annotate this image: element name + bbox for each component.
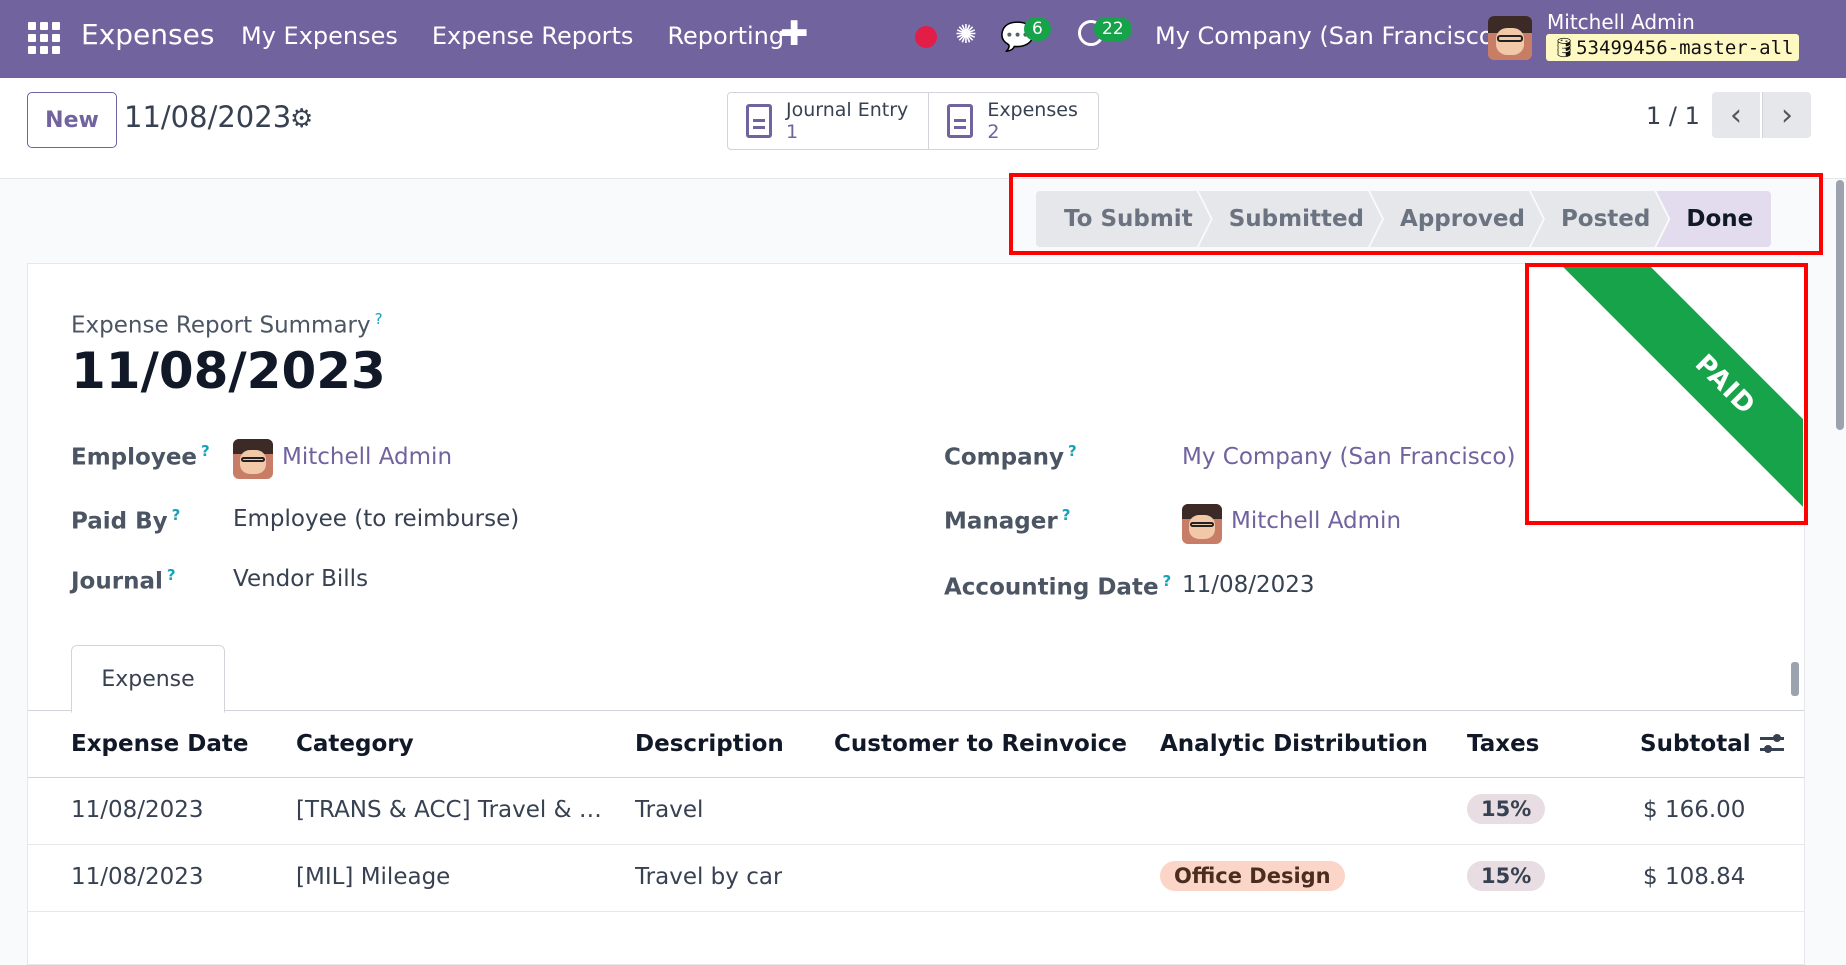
cell-expense-date: 11/08/2023 <box>71 864 204 890</box>
cell-expense-date: 11/08/2023 <box>71 797 204 823</box>
smart-button-label: Expenses <box>987 99 1078 121</box>
pager-previous-button[interactable]: ‹ <box>1712 92 1760 138</box>
breadcrumb-title: 11/08/2023 <box>124 100 292 134</box>
smart-button-count: 1 <box>786 121 799 143</box>
app-brand[interactable]: Expenses <box>81 18 214 51</box>
database-tag: 🛢53499456-master-all <box>1546 34 1800 61</box>
journal-label: Journal? <box>71 566 176 595</box>
control-panel: New 11/08/2023 ⚙ Journal Entry 1 Expense… <box>0 78 1846 179</box>
apps-menu-icon[interactable] <box>28 22 60 54</box>
company-field[interactable]: My Company (San Francisco) <box>1182 444 1515 470</box>
cell-description: Travel by car <box>635 864 783 890</box>
help-icon[interactable]: ? <box>1062 506 1071 524</box>
employee-field[interactable]: Mitchell Admin <box>282 444 452 470</box>
new-button[interactable]: New <box>27 92 117 148</box>
user-avatar[interactable] <box>1488 16 1532 60</box>
col-customer-to-reinvoice[interactable]: Customer to Reinvoice <box>834 731 1127 757</box>
pager-value[interactable]: 1 / 1 <box>1646 102 1700 130</box>
menu-reporting[interactable]: Reporting <box>667 22 784 50</box>
document-icon <box>746 104 772 138</box>
cell-category: [TRANS & ACC] Travel & Accommodation <box>296 797 616 823</box>
col-category[interactable]: Category <box>296 731 414 757</box>
menu-my-expenses[interactable]: My Expenses <box>241 22 398 50</box>
expenses-smart-button[interactable]: Expenses 2 <box>929 93 1098 149</box>
status-highlight-box <box>1009 173 1823 255</box>
smart-buttons: Journal Entry 1 Expenses 2 <box>727 92 1099 150</box>
record-icon[interactable] <box>915 26 937 48</box>
messages-count-badge: 6 <box>1024 17 1051 41</box>
journal-field[interactable]: Vendor Bills <box>233 566 368 592</box>
menu-expense-reports[interactable]: Expense Reports <box>432 22 634 50</box>
ribbon-highlight-box <box>1525 263 1808 525</box>
employee-label: Employee? <box>71 442 210 471</box>
help-icon[interactable]: ? <box>172 506 181 524</box>
company-switcher[interactable]: My Company (San Francisco) <box>1155 22 1503 50</box>
col-expense-date[interactable]: Expense Date <box>71 731 249 757</box>
help-icon[interactable]: ? <box>201 442 210 460</box>
help-icon[interactable]: ? <box>1068 442 1077 460</box>
table-header: Expense Date Category Description Custom… <box>28 711 1804 778</box>
accounting-date-label: Accounting Date? <box>944 572 1172 601</box>
top-navbar: Expenses My Expenses Expense Reports Rep… <box>0 0 1846 78</box>
document-icon <box>947 104 974 138</box>
smart-button-label: Journal Entry <box>786 99 909 121</box>
plus-icon[interactable]: ✚ <box>780 14 809 54</box>
paid-by-field[interactable]: Employee (to reimburse) <box>233 506 519 532</box>
col-description[interactable]: Description <box>635 731 784 757</box>
cell-subtotal: $ 108.84 <box>1643 864 1746 890</box>
col-taxes[interactable]: Taxes <box>1467 731 1539 757</box>
manager-avatar <box>1182 504 1222 544</box>
cell-category: [MIL] Mileage <box>296 864 451 890</box>
optional-columns-icon[interactable] <box>1760 733 1784 755</box>
help-icon[interactable]: ? <box>167 566 176 584</box>
tab-expense[interactable]: Expense <box>71 645 225 713</box>
main-menu: My Expenses Expense Reports Reporting <box>241 22 784 50</box>
pager-next-button[interactable]: › <box>1762 92 1811 138</box>
tax-badge: 15% <box>1467 794 1546 824</box>
manager-label: Manager? <box>944 506 1071 535</box>
table-row[interactable]: 11/08/2023 [TRANS & ACC] Travel & Accomm… <box>28 778 1804 845</box>
analytic-tag: Office Design <box>1160 861 1345 891</box>
record-title[interactable]: 11/08/2023 <box>71 342 386 400</box>
employee-avatar <box>233 439 273 479</box>
tax-badge: 15% <box>1467 861 1546 891</box>
summary-label: Expense Report Summary? <box>71 310 383 339</box>
manager-field[interactable]: Mitchell Admin <box>1231 508 1401 534</box>
inner-scrollbar[interactable] <box>1790 648 1800 706</box>
cell-description: Travel <box>635 797 704 823</box>
col-analytic-distribution[interactable]: Analytic Distribution <box>1160 731 1428 757</box>
page-scrollbar[interactable] <box>1834 180 1846 941</box>
accounting-date-field[interactable]: 11/08/2023 <box>1182 572 1315 598</box>
journal-entry-smart-button[interactable]: Journal Entry 1 <box>728 93 930 149</box>
help-icon[interactable]: ? <box>1163 572 1172 590</box>
activities-count-badge: 22 <box>1094 17 1132 41</box>
user-name[interactable]: Mitchell Admin <box>1547 10 1695 34</box>
bug-icon[interactable]: ✺ <box>955 20 977 50</box>
company-label: Company? <box>944 442 1077 471</box>
table-row[interactable]: 11/08/2023 [MIL] Mileage Travel by car O… <box>28 845 1804 912</box>
help-icon[interactable]: ? <box>375 310 383 328</box>
cell-subtotal: $ 166.00 <box>1643 797 1746 823</box>
smart-button-count: 2 <box>987 121 1000 143</box>
col-subtotal[interactable]: Subtotal <box>1640 731 1751 757</box>
gear-icon[interactable]: ⚙ <box>290 104 313 134</box>
paid-by-label: Paid By? <box>71 506 181 535</box>
